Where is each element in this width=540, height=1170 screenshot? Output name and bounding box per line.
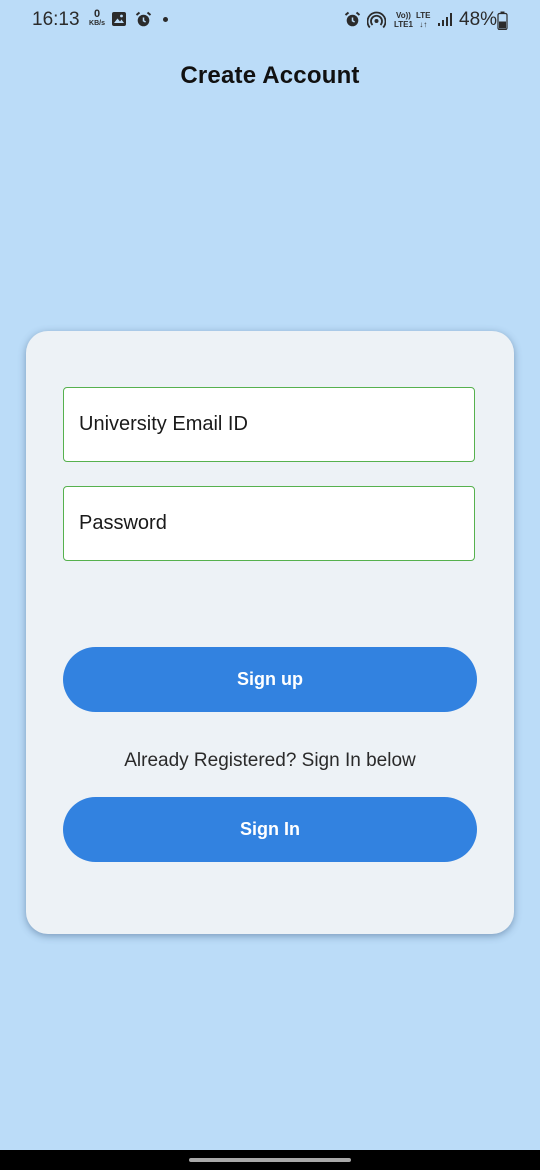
password-field[interactable] xyxy=(63,486,475,561)
lte-indicator: LTE ↓↑ xyxy=(416,11,431,29)
already-registered-text: Already Registered? Sign In below xyxy=(124,750,416,771)
volte-indicator: Vo)) LTE1 xyxy=(394,11,413,29)
email-field[interactable] xyxy=(63,387,475,462)
navigation-bar xyxy=(0,1150,540,1170)
lte-bottom: ↓↑ xyxy=(419,20,428,29)
page-title: Create Account xyxy=(180,62,360,89)
volte-bottom: LTE1 xyxy=(394,20,413,29)
hotspot-icon xyxy=(367,11,386,29)
sign-up-button[interactable]: Sign up xyxy=(63,647,477,712)
lte-top: LTE xyxy=(416,11,431,20)
sign-in-button[interactable]: Sign In xyxy=(63,797,477,862)
create-account-screen: 16:13 0 KB/s Vo)) LTE1 LTE ↓↑ 48% Create… xyxy=(0,0,540,1170)
alarm-icon xyxy=(344,11,361,27)
status-time: 16:13 xyxy=(32,9,80,30)
home-gesture-handle[interactable] xyxy=(189,1158,351,1162)
volte-top: Vo)) xyxy=(396,11,411,20)
battery-icon xyxy=(497,11,508,30)
alarm-icon xyxy=(135,11,152,27)
signup-card: Sign up Already Registered? Sign In belo… xyxy=(26,331,514,934)
net-speed-value: 0 xyxy=(93,8,101,20)
status-bar: 16:13 0 KB/s Vo)) LTE1 LTE ↓↑ 48% xyxy=(0,0,540,40)
notification-dot xyxy=(163,17,168,22)
image-icon xyxy=(112,12,126,26)
net-speed-unit: KB/s xyxy=(89,20,105,27)
signal-icon xyxy=(438,13,452,26)
battery-percent: 48% xyxy=(459,9,498,30)
net-speed-indicator: 0 KB/s xyxy=(86,8,108,28)
